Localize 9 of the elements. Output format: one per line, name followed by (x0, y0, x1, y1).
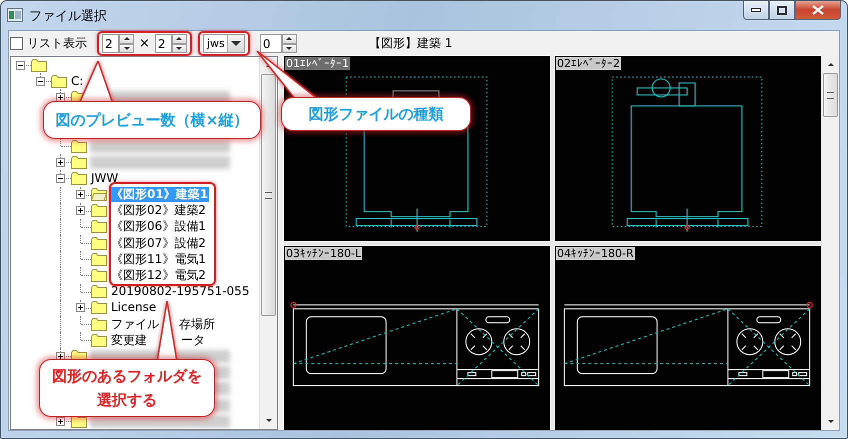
callout-bubble: 図形のあるフォルダを選択する (39, 359, 215, 417)
times-sign: × (139, 36, 150, 51)
folder-heading: 【図形】建築 1 (368, 35, 452, 52)
preview-label: 02ｴﾚﾍﾞｰﾀｰ2 (556, 57, 621, 70)
preview-label: 04ｷｯﾁﾝｰ180-R (556, 246, 635, 260)
window-title: ファイル選択 (29, 8, 107, 25)
checkbox-label: リスト表示 (27, 35, 87, 52)
preview-label: 01ｴﾚﾍﾞｰﾀｰ1 (285, 57, 350, 70)
preview-label: 03ｷｯﾁﾝｰ180-L (285, 246, 362, 260)
